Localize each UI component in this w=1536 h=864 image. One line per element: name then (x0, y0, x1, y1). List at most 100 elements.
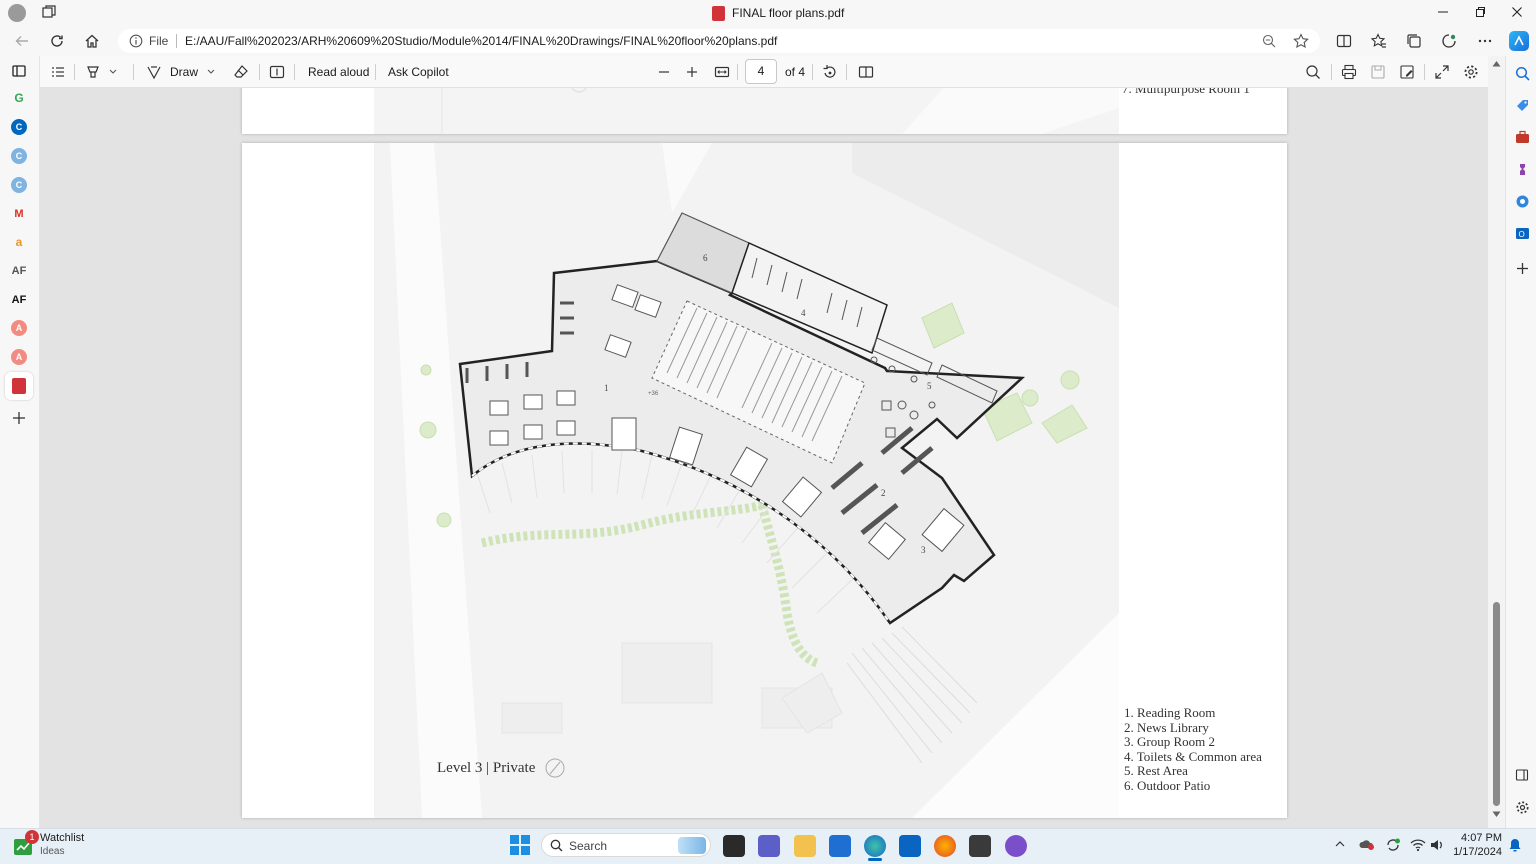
draw-dropdown-chevron-icon[interactable] (206, 66, 216, 76)
tab-course-site-3-icon[interactable]: C (11, 177, 27, 193)
vertical-scrollbar[interactable] (1488, 56, 1505, 828)
contents-list-icon[interactable] (51, 65, 65, 79)
edge-active-indicator (868, 858, 882, 861)
tab-af-icon[interactable]: AF (11, 263, 27, 279)
print-icon[interactable] (1341, 64, 1357, 80)
amazon-app-icon[interactable] (969, 835, 991, 857)
sync-icon[interactable] (1385, 837, 1401, 853)
toolbar-divider (74, 64, 75, 80)
highlight-dropdown-chevron-icon[interactable] (108, 66, 118, 76)
onedrive-icon[interactable] (1359, 837, 1375, 851)
url-field[interactable]: File E:/AAU/Fall%202023/ARH%20609%20Stud… (118, 29, 1320, 53)
mail-icon[interactable] (899, 835, 921, 857)
task-view-icon[interactable] (723, 835, 745, 857)
site-info-label[interactable]: File (149, 34, 168, 48)
firefox-icon[interactable] (934, 835, 956, 857)
widget-badge: 1 (25, 830, 39, 844)
tab-autodesk-icon[interactable]: A (11, 320, 27, 336)
widget-title[interactable]: Watchlist (40, 832, 84, 844)
show-hidden-icons-chevron-icon[interactable] (1334, 838, 1346, 850)
tab-autodesk-2-icon[interactable]: A (11, 349, 27, 365)
toolbar-divider (1331, 64, 1332, 80)
active-tab[interactable] (5, 372, 33, 400)
maximize-icon[interactable] (1474, 6, 1486, 18)
page-view-icon[interactable] (858, 64, 874, 80)
collections-icon[interactable] (1406, 33, 1422, 49)
tab-actions-icon[interactable] (11, 63, 27, 79)
taskbar-search-box[interactable]: Search (541, 833, 711, 857)
copilot-icon[interactable] (1509, 31, 1529, 51)
sidebar-shopping-tag-icon[interactable] (1514, 97, 1530, 113)
rotate-icon[interactable] (822, 64, 838, 80)
pdf-viewer[interactable]: 7. Multipurpose Room 1 6 1 2 3 4 5 +36 L… (40, 88, 1488, 828)
edge-browser-icon[interactable] (864, 835, 886, 857)
close-icon[interactable] (1511, 6, 1523, 18)
microsoft-store-icon[interactable] (829, 835, 851, 857)
teams-chat-icon[interactable] (758, 835, 780, 857)
sidebar-search-icon[interactable] (1514, 65, 1530, 81)
wifi-icon[interactable] (1410, 838, 1426, 852)
scroll-down-arrow-icon[interactable] (1492, 811, 1501, 818)
widget-stock-icon[interactable]: 1 (14, 830, 39, 856)
notifications-bell-icon[interactable] (1508, 838, 1522, 852)
minimize-icon[interactable] (1437, 6, 1449, 18)
app-circle-icon[interactable] (1005, 835, 1027, 857)
url-divider (176, 34, 177, 48)
sidebar-add-plus-icon[interactable] (1514, 260, 1530, 276)
pdf-settings-gear-icon[interactable] (1463, 64, 1479, 80)
back-icon[interactable] (14, 33, 30, 49)
tab-course-site-icon[interactable]: C (11, 119, 27, 135)
taskbar-search-label: Search (569, 839, 608, 853)
home-icon[interactable] (84, 33, 100, 49)
clock-date[interactable]: 1/17/2024 (1452, 846, 1502, 858)
clock-time[interactable]: 4:07 PM (1456, 832, 1502, 844)
tab-course-site-2-icon[interactable]: C (11, 148, 27, 164)
ask-copilot-button[interactable]: Ask Copilot (388, 65, 449, 79)
tab-amazon-icon[interactable]: a (11, 234, 27, 250)
more-menu-icon[interactable] (1477, 33, 1493, 49)
add-text-icon[interactable] (269, 64, 285, 80)
save-as-icon[interactable] (1399, 64, 1415, 80)
scrollbar-thumb[interactable] (1493, 602, 1500, 806)
highlight-icon[interactable] (85, 64, 101, 80)
scroll-up-arrow-icon[interactable] (1492, 60, 1501, 67)
tab-google-icon[interactable]: G (11, 90, 27, 106)
tab-pdf-icon (12, 378, 26, 394)
save-icon[interactable] (1370, 64, 1386, 80)
draw-pen-icon[interactable] (146, 64, 162, 80)
fit-page-icon[interactable] (714, 64, 730, 80)
sidebar-games-icon[interactable] (1514, 161, 1530, 177)
svg-text:O: O (1518, 230, 1524, 239)
tab-af-2-icon[interactable]: AF (11, 292, 27, 308)
sidebar-m365-icon[interactable] (1514, 193, 1530, 209)
tab-gmail-icon[interactable]: M (11, 206, 27, 222)
eraser-icon[interactable] (233, 64, 249, 80)
edge-sidebar: O (1505, 56, 1536, 828)
site-info-icon[interactable] (129, 34, 143, 48)
toolbar-divider (375, 64, 376, 80)
page-number-input[interactable]: 4 (745, 59, 777, 84)
zoom-out-page-icon[interactable] (1262, 34, 1276, 48)
browser-essentials-icon[interactable] (1441, 33, 1457, 49)
read-aloud-button[interactable]: Read aloud (308, 65, 369, 79)
find-search-icon[interactable] (1305, 64, 1321, 80)
new-tab-plus-icon[interactable] (11, 410, 27, 426)
favorite-star-icon[interactable] (1293, 33, 1309, 49)
url-text[interactable]: E:/AAU/Fall%202023/ARH%20609%20Studio/Mo… (185, 34, 777, 48)
sidebar-settings-gear-icon[interactable] (1514, 799, 1530, 815)
file-explorer-icon[interactable] (794, 835, 816, 857)
sidebar-outlook-icon[interactable]: O (1514, 225, 1530, 241)
refresh-icon[interactable] (49, 33, 65, 49)
sidebar-hide-icon[interactable] (1514, 767, 1530, 783)
split-screen-icon[interactable] (1336, 33, 1352, 49)
draw-button[interactable]: Draw (170, 65, 198, 79)
favorites-icon[interactable] (1371, 33, 1387, 49)
zoom-in-icon[interactable] (685, 65, 699, 79)
profile-avatar-icon[interactable] (8, 4, 26, 22)
sidebar-tools-briefcase-icon[interactable] (1514, 129, 1530, 145)
volume-icon[interactable] (1430, 838, 1444, 852)
full-screen-icon[interactable] (1434, 64, 1450, 80)
start-windows-icon[interactable] (510, 835, 530, 858)
zoom-out-icon[interactable] (657, 65, 671, 79)
workspaces-icon[interactable] (42, 5, 56, 19)
